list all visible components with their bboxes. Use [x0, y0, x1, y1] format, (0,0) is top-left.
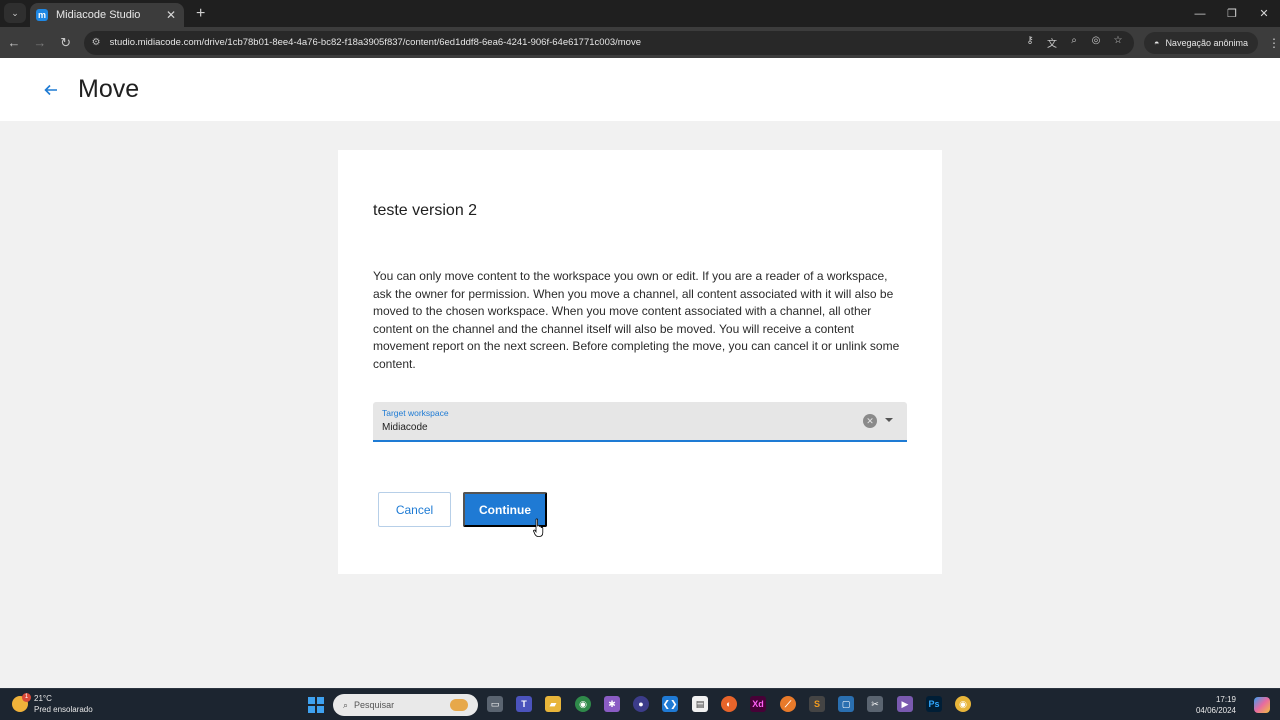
slack-icon[interactable]: ✱ [604, 696, 620, 712]
window-controls: — ❐ ✕ [1184, 0, 1280, 27]
taskbar-search[interactable]: ⌕ Pesquisar [333, 694, 478, 716]
eye-off-icon[interactable]: ◎ [1088, 35, 1104, 50]
password-key-icon[interactable]: ⚷ [1022, 35, 1038, 50]
bookmark-star-icon[interactable]: ☆ [1110, 35, 1126, 50]
address-bar[interactable]: ⚙ studio.midiacode.com/drive/1cb78b01-8e… [83, 30, 1134, 55]
clock-date: 04/06/2024 [1195, 706, 1236, 715]
browser-toolbar: ← → ↻ ⚙ studio.midiacode.com/drive/1cb78… [0, 27, 1280, 58]
dropdown-caret-icon[interactable] [885, 418, 893, 422]
back-nav-icon[interactable]: ← [2, 31, 26, 55]
target-workspace-label: Target workspace [382, 408, 449, 418]
incognito-icon: ◓ [1154, 37, 1160, 48]
site-info-icon[interactable]: ⚙ [92, 37, 104, 49]
target-workspace-value: Midiacode [382, 422, 428, 433]
move-description: You can only move content to the workspa… [373, 269, 900, 371]
zoom-icon[interactable]: ⌕ [1066, 35, 1082, 50]
browser-tab[interactable]: m Midiacode Studio ✕ [30, 3, 184, 27]
reload-icon[interactable]: ↻ [54, 31, 78, 55]
notepad-icon[interactable]: ▤ [692, 696, 708, 712]
forward-nav-icon[interactable]: → [28, 31, 52, 55]
chrome-dev-icon[interactable]: ◉ [575, 696, 591, 712]
content-title: teste version 2 [373, 202, 478, 219]
weather-temp: 21°C [34, 694, 52, 703]
weather-badge: 1 [22, 693, 31, 702]
clapper-icon[interactable]: ▶ [897, 696, 913, 712]
postman-icon[interactable]: ⟋ [780, 696, 796, 712]
hand-cursor-icon [533, 518, 544, 537]
snipping-tool-icon[interactable]: ✂ [867, 696, 883, 712]
new-tab-button[interactable]: + [196, 6, 205, 22]
translate-icon[interactable]: 文 [1044, 35, 1060, 50]
page-header: Move [0, 58, 1280, 121]
taskbar-search-placeholder: Pesquisar [354, 700, 395, 710]
midiacode-favicon-icon: m [36, 9, 48, 21]
firefox-icon[interactable]: ◐ [721, 696, 737, 712]
weather-widget[interactable]: 1 21°C Pred ensolarado [12, 693, 93, 715]
adobe-xd-icon[interactable]: Xd [750, 696, 766, 712]
terminal-icon[interactable]: ▢ [838, 696, 854, 712]
tab-search-button[interactable]: ⌄ [4, 3, 26, 23]
copilot-icon[interactable] [1254, 697, 1270, 713]
clear-selection-icon[interactable]: ✕ [863, 414, 877, 428]
start-menu-icon[interactable] [308, 697, 324, 713]
browser-tab-bar: ⌄ m Midiacode Studio ✕ + — ❐ ✕ [0, 0, 1280, 27]
teams-icon[interactable]: T [516, 696, 532, 712]
incognito-label: Navegação anônima [1165, 37, 1248, 48]
search-highlight-icon [450, 699, 468, 711]
minimize-icon[interactable]: — [1184, 0, 1216, 27]
search-icon: ⌕ [343, 699, 349, 710]
restore-icon[interactable]: ❐ [1216, 0, 1248, 27]
clock-time: 17:19 [1215, 695, 1236, 704]
cancel-button[interactable]: Cancel [378, 492, 451, 527]
file-explorer-icon[interactable]: ▰ [545, 696, 561, 712]
tab-title: Midiacode Studio [56, 9, 141, 21]
move-card: teste version 2 You can only move conten… [338, 150, 942, 574]
chrome-icon[interactable]: ◉ [955, 696, 971, 712]
back-arrow-icon[interactable] [40, 79, 62, 101]
windows-taskbar: 1 21°C Pred ensolarado ⌕ Pesquisar ▭ T ▰… [0, 688, 1280, 720]
sublime-text-icon[interactable]: S [809, 696, 825, 712]
url-text: studio.midiacode.com/drive/1cb78b01-8ee4… [109, 37, 642, 48]
browser-menu-icon[interactable]: ⋮ [1268, 36, 1280, 50]
vscode-icon[interactable]: ❮❯ [662, 696, 678, 712]
close-window-icon[interactable]: ✕ [1248, 0, 1280, 27]
target-workspace-select[interactable]: Target workspace Midiacode ✕ [373, 402, 907, 442]
close-tab-icon[interactable]: ✕ [166, 8, 176, 22]
weather-desc: Pred ensolarado [34, 705, 93, 714]
incognito-indicator[interactable]: ◓ Navegação anônima [1144, 31, 1258, 54]
github-icon[interactable]: ● [633, 696, 649, 712]
system-clock[interactable]: 17:19 04/06/2024 [1196, 694, 1236, 716]
weather-sun-icon: 1 [12, 693, 31, 712]
page-title: Move [78, 75, 140, 103]
task-view-icon[interactable]: ▭ [487, 696, 503, 712]
photoshop-icon[interactable]: Ps [926, 696, 942, 712]
